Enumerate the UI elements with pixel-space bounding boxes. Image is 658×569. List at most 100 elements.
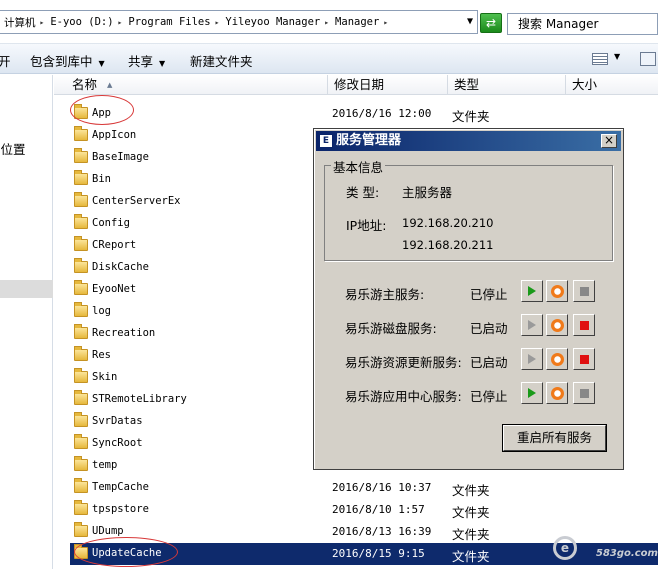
crumb-separator-icon[interactable]: ▸ [116,18,125,27]
basic-info-legend: 基本信息 [331,157,386,176]
file-name: log [92,305,111,317]
watermark-logo-icon: e [553,536,577,560]
folder-icon [74,478,88,493]
restart-icon [550,353,564,366]
nav-item-locations[interactable]: 的位置 [0,139,26,158]
play-icon [528,388,536,398]
file-name: SvrDatas [92,415,143,427]
service-name: 易乐游磁盘服务: [345,321,437,336]
start-button[interactable] [521,382,543,404]
file-type: 文件夹 [452,549,490,564]
stop-button[interactable] [573,314,595,336]
restart-all-button[interactable]: 重启所有服务 [503,425,606,451]
folder-icon [74,390,88,405]
play-icon [528,286,536,296]
restart-icon [550,387,564,400]
file-name: Res [92,349,111,361]
service-status: 已启动 [470,321,508,336]
file-date: 2016/8/15 9:15 [332,547,425,560]
view-dropdown-icon[interactable]: ▼ [614,52,620,61]
restart-icon [550,285,564,298]
service-status: 已停止 [470,389,508,404]
crumb-drive[interactable]: E-yoo (D:) [46,16,115,28]
stop-button[interactable] [573,280,595,302]
service-row-disk: 易乐游磁盘服务: 已启动 [314,314,625,338]
crumb-program-files[interactable]: Program Files [124,16,212,28]
file-name: CenterServerEx [92,195,181,207]
sort-ascending-icon: ▲ [107,81,113,89]
view-mode-icon[interactable] [592,53,608,65]
service-status: 已停止 [470,287,508,302]
address-dropdown-icon[interactable]: ▼ [467,16,473,27]
file-date: 2016/8/16 10:37 [332,481,432,494]
crumb-separator-icon[interactable]: ▸ [213,18,222,27]
restart-button[interactable] [546,280,568,302]
ip-label: IP地址: [346,218,387,233]
crumb-yileyoo-manager[interactable]: Yileyoo Manager [221,16,322,28]
share-label: 共享 [128,54,154,69]
folder-icon [74,434,88,449]
start-button[interactable] [521,314,543,336]
folder-icon [74,500,88,515]
preview-pane-icon[interactable] [640,52,656,66]
column-date[interactable]: 修改日期 [328,75,448,95]
new-folder-button[interactable]: 新建文件夹 [190,51,253,70]
crumb-separator-icon[interactable]: ▸ [38,18,47,27]
column-type[interactable]: 类型 [448,75,566,95]
service-name: 易乐游主服务: [345,287,425,302]
folder-icon [74,412,88,427]
file-type: 文件夹 [452,527,490,542]
file-name: App [92,107,111,119]
share-button[interactable]: 共享 ▼ [128,51,165,70]
folder-icon [74,236,88,251]
navigation-pane: 的位置 [0,75,53,569]
column-header: 名称 ▲ 修改日期 类型 大小 [54,75,658,95]
folder-icon [74,258,88,273]
list-item[interactable]: tpspstore 2016/8/10 1:57 文件夹 [70,499,658,521]
crumb-manager[interactable]: Manager [331,16,381,28]
start-button[interactable] [521,280,543,302]
file-name: DiskCache [92,261,149,273]
search-input[interactable]: 搜索 Manager [507,13,658,35]
service-row-app-center: 易乐游应用中心服务: 已停止 [314,382,625,406]
folder-icon [74,170,88,185]
folder-icon [74,104,88,119]
open-button[interactable]: 开 [0,51,11,70]
file-name: TempCache [92,481,149,493]
restart-button[interactable] [546,314,568,336]
breadcrumb[interactable]: 计算机 ▸ E-yoo (D:) ▸ Program Files ▸ Yileyoo … [0,10,478,34]
folder-icon [74,368,88,383]
stop-button[interactable] [573,382,595,404]
toolbar: 开 包含到库中 ▼ 共享 ▼ 新建文件夹 ▼ [0,44,658,74]
folder-icon [74,522,88,537]
type-value: 主服务器 [402,185,453,200]
restart-icon [550,319,564,332]
type-label: 类 型: [346,185,380,200]
restart-button[interactable] [546,382,568,404]
stop-button[interactable] [573,348,595,370]
file-date: 2016/8/13 16:39 [332,525,432,538]
file-name: Recreation [92,327,156,339]
include-in-library-label: 包含到库中 [30,54,93,69]
nav-selected-item[interactable] [0,280,53,298]
file-name: EyooNet [92,283,137,295]
crumb-separator-icon[interactable]: ▸ [381,18,390,27]
close-button[interactable]: × [601,134,617,148]
file-type: 文件夹 [452,505,490,520]
restart-button[interactable] [546,348,568,370]
folder-icon [74,544,88,559]
dialog-title-bar[interactable]: E 服务管理器 × [316,131,621,151]
crumb-computer[interactable]: 计算机 [0,15,38,30]
column-size[interactable]: 大小 [566,75,658,95]
include-in-library-button[interactable]: 包含到库中 ▼ [30,51,105,70]
dialog-title: 服务管理器 [336,133,402,148]
list-item[interactable]: App 2016/8/16 12:00 文件夹 [70,103,658,125]
column-name[interactable]: 名称 ▲ [66,75,328,95]
start-button[interactable] [521,348,543,370]
list-item[interactable]: TempCache 2016/8/16 10:37 文件夹 [70,477,658,499]
dropdown-arrow-icon: ▼ [98,59,105,68]
crumb-separator-icon[interactable]: ▸ [322,18,331,27]
file-name: SyncRoot [92,437,143,449]
service-row-resource-update: 易乐游资源更新服务: 已启动 [314,348,625,372]
refresh-go-icon[interactable]: ⇄ [480,13,502,33]
